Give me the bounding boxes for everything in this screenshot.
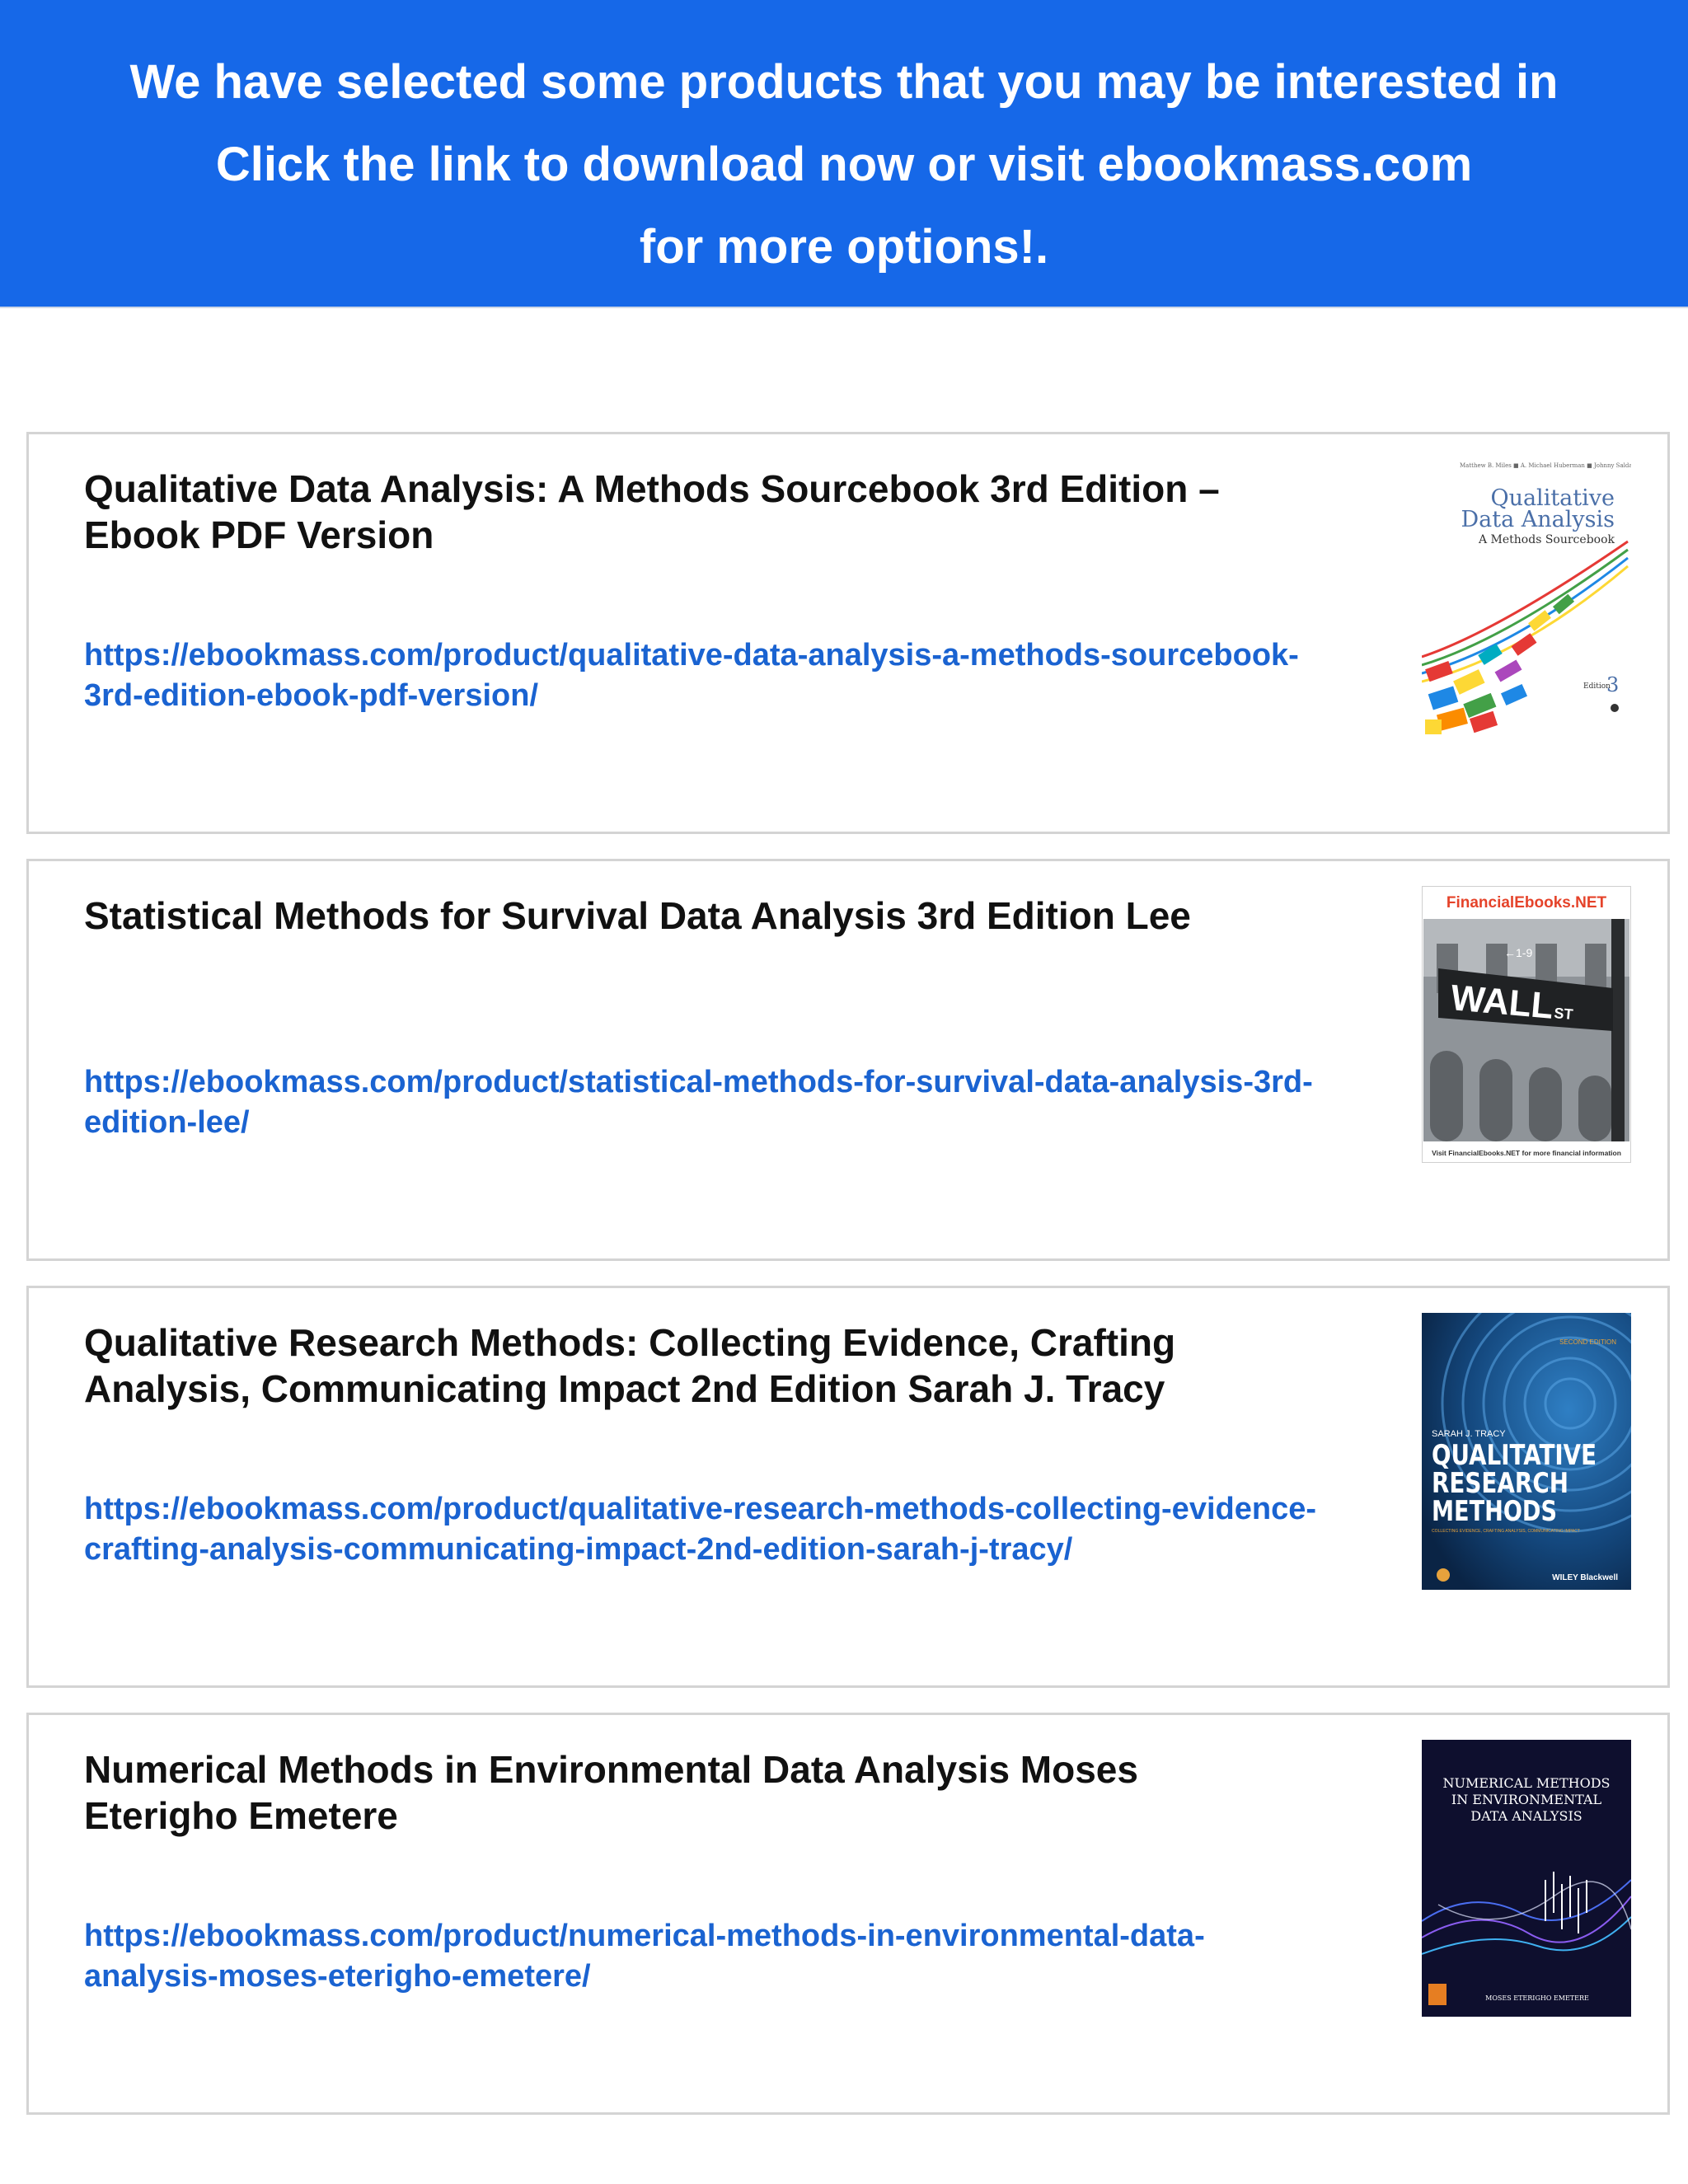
badge-icon — [1437, 1568, 1450, 1582]
product-card-qualitative-data-analysis: Qualitative Data Analysis: A Methods Sou… — [26, 432, 1670, 834]
product-link[interactable]: https://ebookmass.com/product/statistica… — [84, 1062, 1320, 1143]
product-title: Numerical Methods in Environmental Data … — [84, 1748, 1138, 1837]
product-title: Statistical Methods for Survival Data An… — [84, 894, 1191, 937]
cover-title-line-3: DATA ANALYSIS — [1470, 1808, 1582, 1824]
cover-author: SARAH J. TRACY — [1432, 1429, 1506, 1439]
banner-line-2: Click the link to download now or visit … — [215, 138, 1473, 191]
cover-title-line-2: IN ENVIRONMENTAL — [1451, 1792, 1602, 1807]
cover-title-line-2: Data Analysis — [1461, 507, 1615, 532]
banner-line-3: for more options!. — [639, 220, 1049, 274]
cover-subtitle: COLLECTING EVIDENCE, CRAFTING ANALYSIS, … — [1432, 1529, 1580, 1534]
cover-header: FinancialEbooks.NET — [1447, 894, 1607, 912]
product-link[interactable]: https://ebookmass.com/product/qualitativ… — [84, 1489, 1320, 1570]
product-title: Qualitative Research Methods: Collecting… — [84, 1321, 1176, 1410]
product-card-qualitative-research-methods: Qualitative Research Methods: Collecting… — [26, 1286, 1670, 1688]
promo-banner: We have selected some products that you … — [0, 0, 1688, 308]
sign-st: ST — [1554, 1005, 1574, 1023]
cover-publisher: WILEY Blackwell — [1552, 1573, 1618, 1582]
product-card-numerical-methods: Numerical Methods in Environmental Data … — [26, 1713, 1670, 2115]
cover-edition: SECOND EDITION — [1559, 1338, 1616, 1346]
sign-number: ←1-9 — [1504, 946, 1532, 959]
cover-author: MOSES ETERIGHO EMETERE — [1485, 1994, 1589, 2002]
product-link[interactable]: https://ebookmass.com/product/numerical-… — [84, 1916, 1320, 1997]
cover-edition-number: 3 — [1606, 673, 1619, 696]
book-cover-image[interactable]: Matthew B. Miles ■ A. Michael Huberman ■… — [1422, 459, 1631, 736]
cover-title-line-3: METHODS — [1432, 1495, 1557, 1528]
cover-footer: Visit FinancialEbooks.NET for more finan… — [1432, 1149, 1621, 1157]
banner-line-1: We have selected some products that you … — [129, 55, 1559, 109]
publisher-logo-icon — [1428, 1984, 1447, 2005]
book-cover-image[interactable]: FinancialEbooks.NET ←1-9 WALL ST Visit F… — [1422, 886, 1631, 1163]
book-cover-image[interactable]: NUMERICAL METHODS IN ENVIRONMENTAL DATA … — [1422, 1740, 1631, 2017]
publisher-logo-icon — [1611, 704, 1619, 712]
cover-authors: Matthew B. Miles ■ A. Michael Huberman ■… — [1460, 462, 1631, 469]
cover-subtitle: A Methods Sourcebook — [1478, 533, 1615, 546]
book-cover-image[interactable]: SECOND EDITION SARAH J. TRACY QUALITATIV… — [1422, 1313, 1631, 1590]
cover-title-line-1: NUMERICAL METHODS — [1442, 1775, 1610, 1791]
product-card-statistical-methods: Statistical Methods for Survival Data An… — [26, 859, 1670, 1261]
product-title: Qualitative Data Analysis: A Methods Sou… — [84, 467, 1220, 556]
product-link[interactable]: https://ebookmass.com/product/qualitativ… — [84, 635, 1320, 716]
